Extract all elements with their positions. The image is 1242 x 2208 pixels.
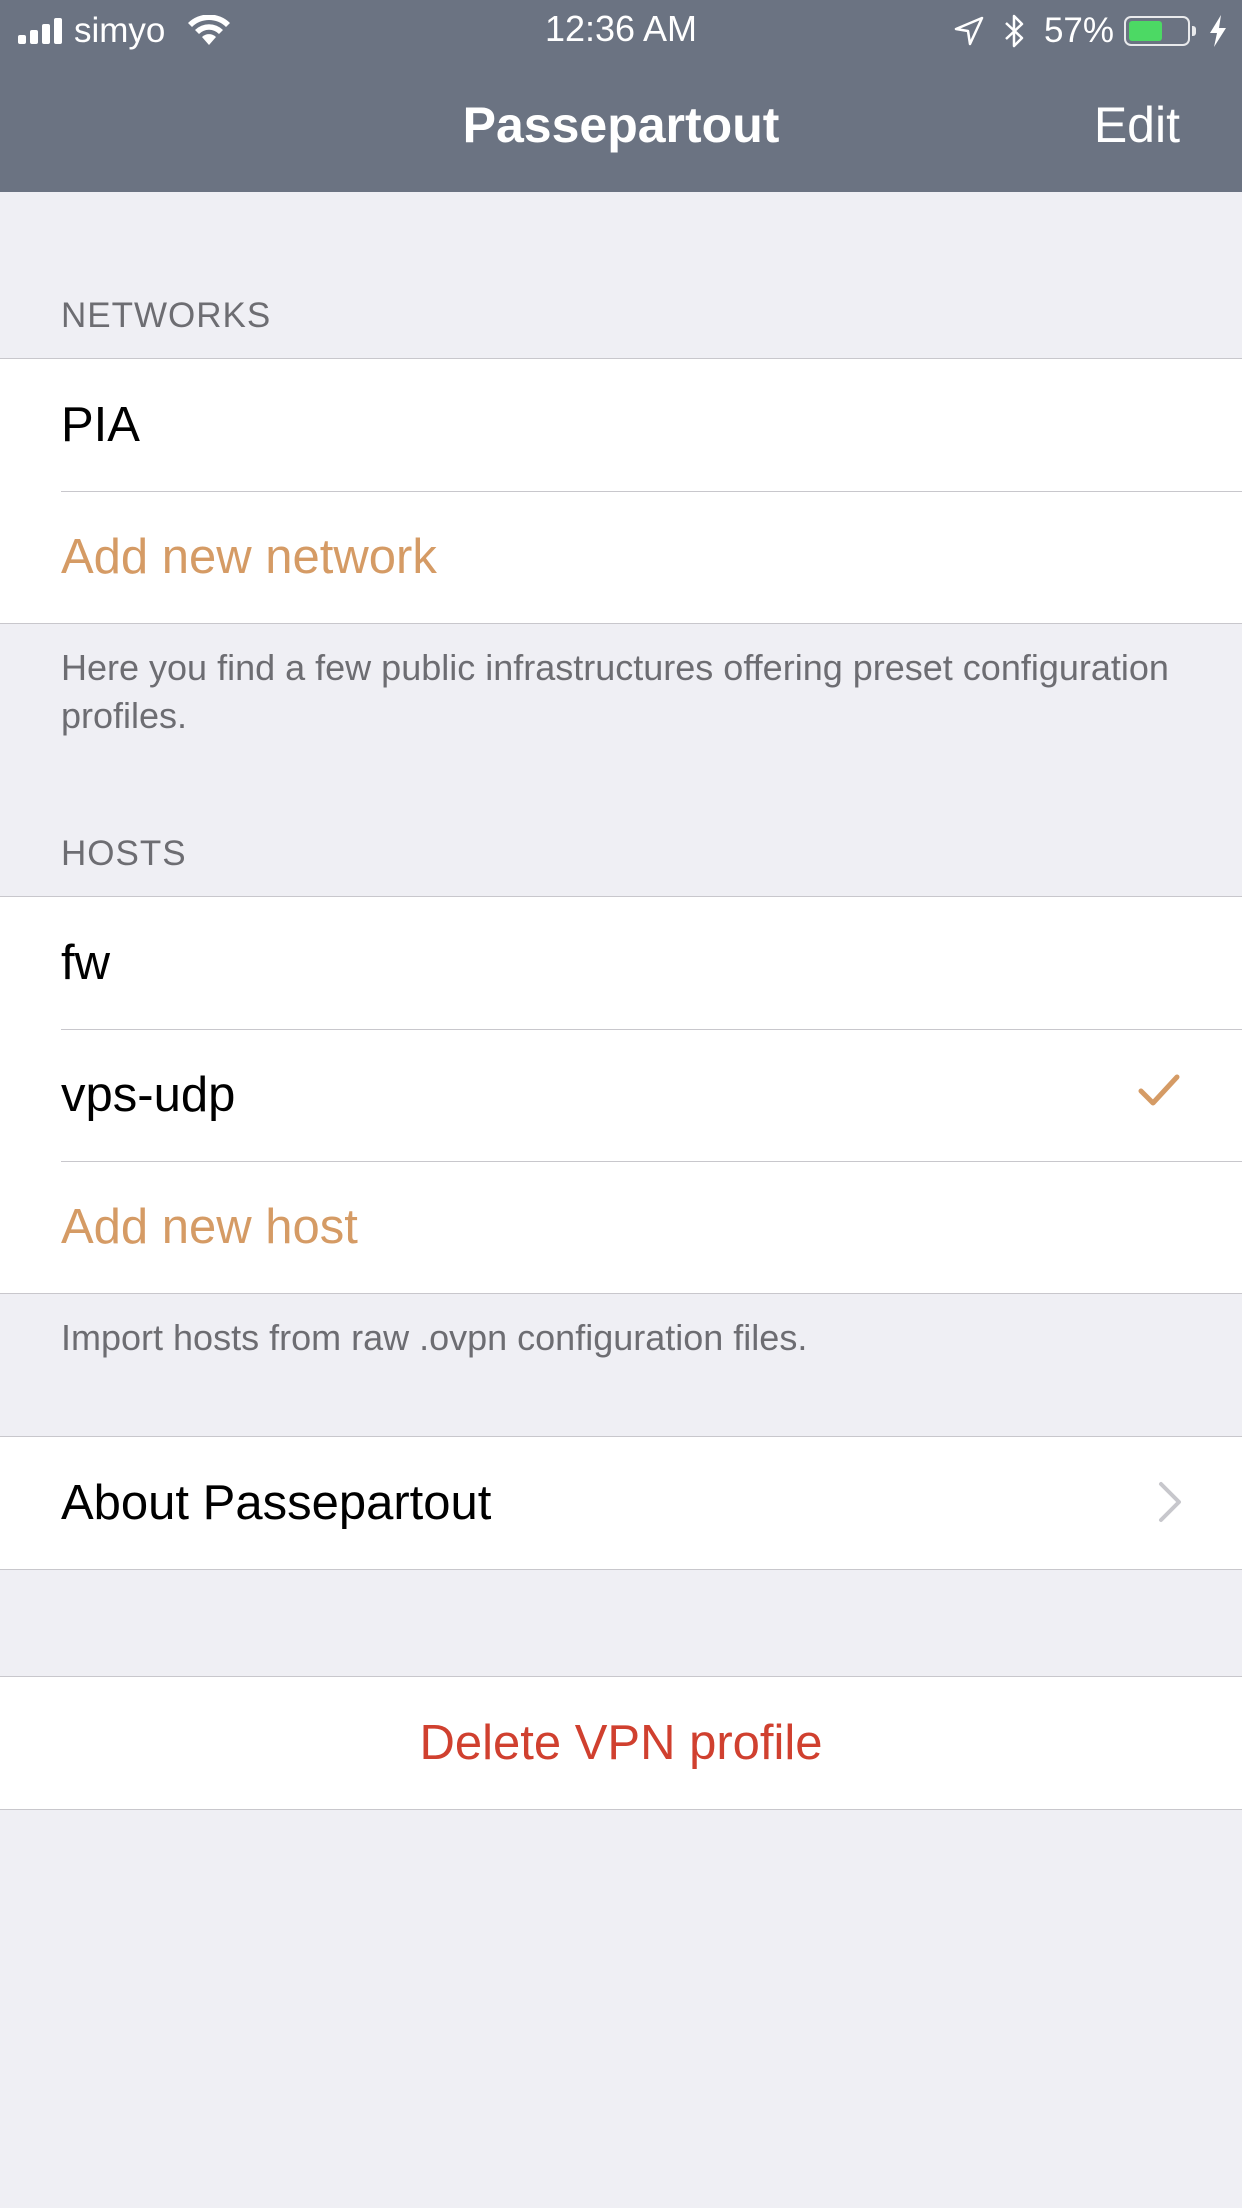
host-row-vps-udp[interactable]: vps-udp bbox=[0, 1029, 1242, 1161]
network-row-pia[interactable]: PIA bbox=[0, 359, 1242, 491]
bluetooth-icon bbox=[1005, 14, 1024, 48]
networks-section-header: NETWORKS bbox=[61, 296, 272, 335]
network-label: PIA bbox=[61, 398, 140, 452]
networks-section-footer: Here you find a few public infrastructur… bbox=[61, 647, 1169, 736]
location-arrow-icon bbox=[954, 16, 984, 46]
charging-bolt-icon bbox=[1210, 15, 1226, 47]
add-network-label: Add new network bbox=[61, 530, 437, 584]
page-title: Passepartout bbox=[462, 97, 780, 153]
hosts-group: fw vps-udp Add new host bbox=[0, 896, 1242, 1294]
edit-button[interactable]: Edit bbox=[1094, 96, 1180, 154]
about-group: About Passepartout bbox=[0, 1436, 1242, 1570]
chevron-right-icon bbox=[1159, 1482, 1181, 1522]
about-row[interactable]: About Passepartout bbox=[0, 1437, 1242, 1569]
host-label: fw bbox=[61, 936, 110, 990]
status-bar-right: 57% bbox=[954, 10, 1228, 52]
about-label: About Passepartout bbox=[61, 1476, 492, 1530]
status-bar: simyo 12:36 AM 57% bbox=[0, 0, 1242, 62]
networks-group: PIA Add new network bbox=[0, 358, 1242, 624]
host-label: vps-udp bbox=[61, 1068, 236, 1122]
hosts-section-header: HOSTS bbox=[61, 834, 187, 873]
add-network-button[interactable]: Add new network bbox=[0, 491, 1242, 623]
navigation-bar: Passepartout Edit bbox=[0, 62, 1242, 192]
battery-fill bbox=[1129, 21, 1162, 41]
delete-label: Delete VPN profile bbox=[419, 1716, 823, 1770]
host-row-fw[interactable]: fw bbox=[0, 897, 1242, 1029]
top-bar: simyo 12:36 AM 57% Passepartout Edit bbox=[0, 0, 1242, 192]
add-host-button[interactable]: Add new host bbox=[0, 1161, 1242, 1293]
checkmark-icon bbox=[1138, 1074, 1180, 1106]
battery-icon bbox=[1124, 16, 1196, 46]
delete-vpn-profile-button[interactable]: Delete VPN profile bbox=[0, 1677, 1242, 1809]
hosts-section-footer: Import hosts from raw .ovpn configuratio… bbox=[61, 1317, 808, 1358]
add-host-label: Add new host bbox=[61, 1200, 358, 1254]
battery-percent: 57% bbox=[1043, 11, 1114, 50]
delete-group: Delete VPN profile bbox=[0, 1676, 1242, 1810]
